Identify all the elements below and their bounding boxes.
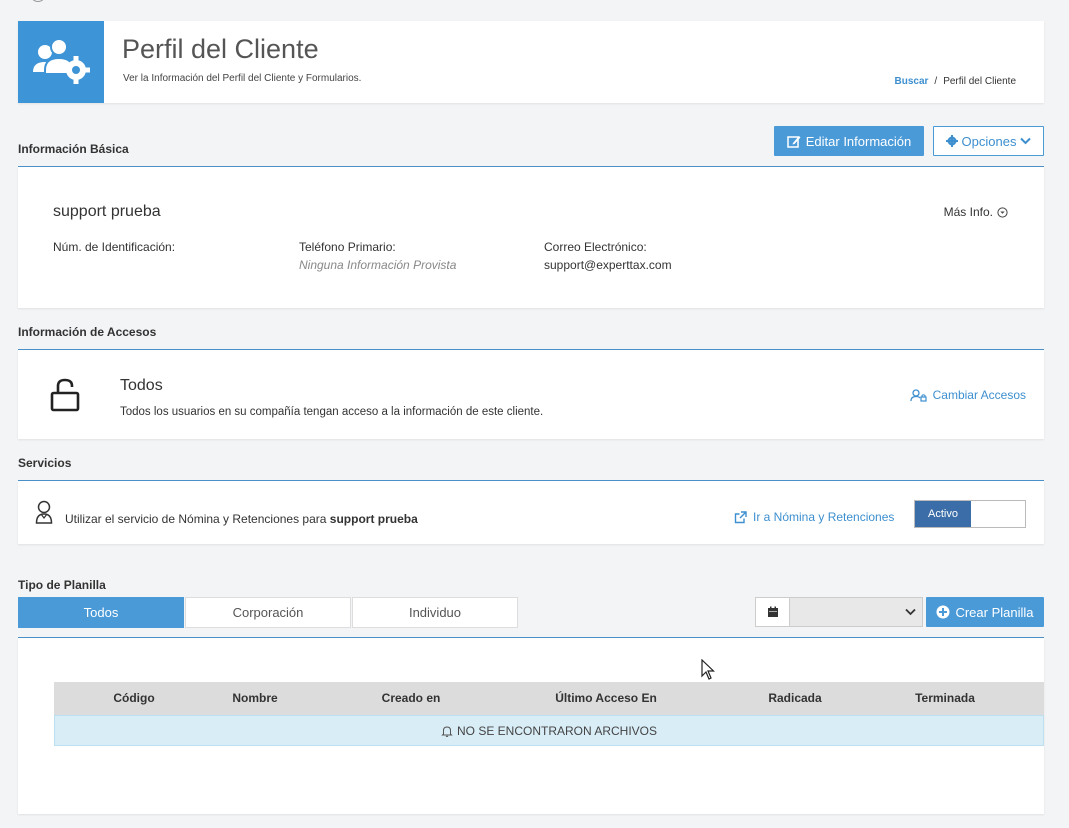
access-card: Todos Todos los usuarios en su compañía …	[18, 350, 1044, 439]
page-subtitle: Ver la Información del Perfil del Client…	[123, 73, 362, 84]
user-lock-icon	[909, 388, 927, 402]
tab-corporacion[interactable]: Corporación	[185, 597, 351, 628]
service-description: Utilizar el servicio de Nómina y Retenci…	[65, 512, 418, 526]
breadcrumb-current: Perfil del Cliente	[943, 76, 1016, 87]
chevron-circle-down-icon	[997, 206, 1008, 218]
forms-heading: Tipo de Planilla	[18, 578, 106, 592]
edit-info-button[interactable]: Editar Información	[774, 126, 924, 156]
chevron-down-icon	[1020, 137, 1032, 145]
gear-icon	[945, 135, 958, 147]
user-icon	[35, 500, 53, 524]
chevron-down-icon	[905, 608, 916, 616]
column-header[interactable]: Terminada	[915, 691, 975, 705]
date-select[interactable]	[790, 598, 922, 626]
column-header[interactable]: Radicada	[768, 691, 821, 705]
service-toggle[interactable]: Activo	[914, 500, 1026, 528]
service-client-name: support prueba	[329, 512, 418, 526]
id-label: Núm. de Identificación:	[53, 240, 176, 254]
client-name: support prueba	[53, 203, 161, 220]
create-form-label: Crear Planilla	[955, 604, 1034, 620]
column-header[interactable]: Último Acceso En	[555, 691, 657, 705]
empty-message-text: NO SE ENCONTRARON ARCHIVOS	[456, 723, 658, 738]
column-header[interactable]: Creado en	[382, 691, 441, 705]
toggle-active-label: Activo	[915, 501, 971, 527]
more-info-label: Más Info.	[943, 205, 993, 219]
phone-label: Teléfono Primario:	[299, 240, 396, 254]
unlock-icon	[50, 378, 80, 412]
clients-gear-icon	[18, 21, 104, 103]
form-type-tabs: Todos Corporación Individuo	[18, 597, 519, 628]
breadcrumb-link-buscar[interactable]: Buscar	[895, 76, 929, 87]
tab-todos[interactable]: Todos	[18, 597, 184, 628]
empty-table-message: NO SE ENCONTRARON ARCHIVOS	[54, 715, 1044, 746]
column-header[interactable]: Código	[113, 691, 154, 705]
phone-value: Ninguna Información Provista	[299, 258, 457, 272]
date-filter	[755, 597, 923, 627]
breadcrumb-separator: /	[934, 76, 938, 87]
edit-icon	[787, 135, 801, 148]
plus-circle-icon	[936, 605, 950, 619]
email-label: Correo Electrónico:	[544, 240, 647, 254]
payroll-link[interactable]: Ir a Nómina y Retenciones	[734, 510, 894, 524]
basic-info-card: support prueba Más Info. Núm. de Identif…	[18, 167, 1044, 308]
basic-info-heading: Información Básica	[18, 142, 129, 156]
options-label: Opciones	[961, 133, 1017, 149]
payroll-link-label: Ir a Nómina y Retenciones	[753, 510, 895, 524]
mouse-cursor-icon	[701, 659, 715, 680]
access-title: Todos	[120, 377, 163, 394]
forms-table: Código Nombre Creado en Último Acceso En…	[54, 682, 1044, 746]
email-value: support@experttax.com	[544, 258, 672, 272]
service-text: Utilizar el servicio de Nómina y Retenci…	[65, 512, 330, 526]
access-info-heading: Información de Accesos	[18, 325, 157, 339]
services-heading: Servicios	[18, 456, 72, 470]
bell-icon	[441, 725, 453, 737]
page-header: Perfil del Cliente Ver la Información de…	[18, 21, 1044, 103]
top-fragment-icon	[30, 0, 46, 2]
table-header: Código Nombre Creado en Último Acceso En…	[54, 682, 1044, 715]
page-title: Perfil del Cliente	[122, 34, 319, 64]
tab-individuo[interactable]: Individuo	[352, 597, 518, 628]
change-access-link[interactable]: Cambiar Accesos	[909, 388, 1026, 402]
forms-table-card: Código Nombre Creado en Último Acceso En…	[18, 638, 1044, 814]
edit-info-label: Editar Información	[805, 133, 912, 149]
breadcrumb: Buscar / Perfil del Cliente	[895, 76, 1017, 87]
column-header[interactable]: Nombre	[232, 691, 277, 705]
services-card: Utilizar el servicio de Nómina y Retenci…	[18, 481, 1044, 544]
create-form-button[interactable]: Crear Planilla	[926, 597, 1044, 627]
external-link-icon	[734, 510, 747, 523]
calendar-icon	[756, 598, 790, 626]
options-button[interactable]: Opciones	[933, 126, 1044, 156]
change-access-label: Cambiar Accesos	[932, 388, 1026, 402]
access-description: Todos los usuarios en su compañía tengan…	[120, 406, 544, 418]
more-info-toggle[interactable]: Más Info.	[944, 205, 1008, 219]
